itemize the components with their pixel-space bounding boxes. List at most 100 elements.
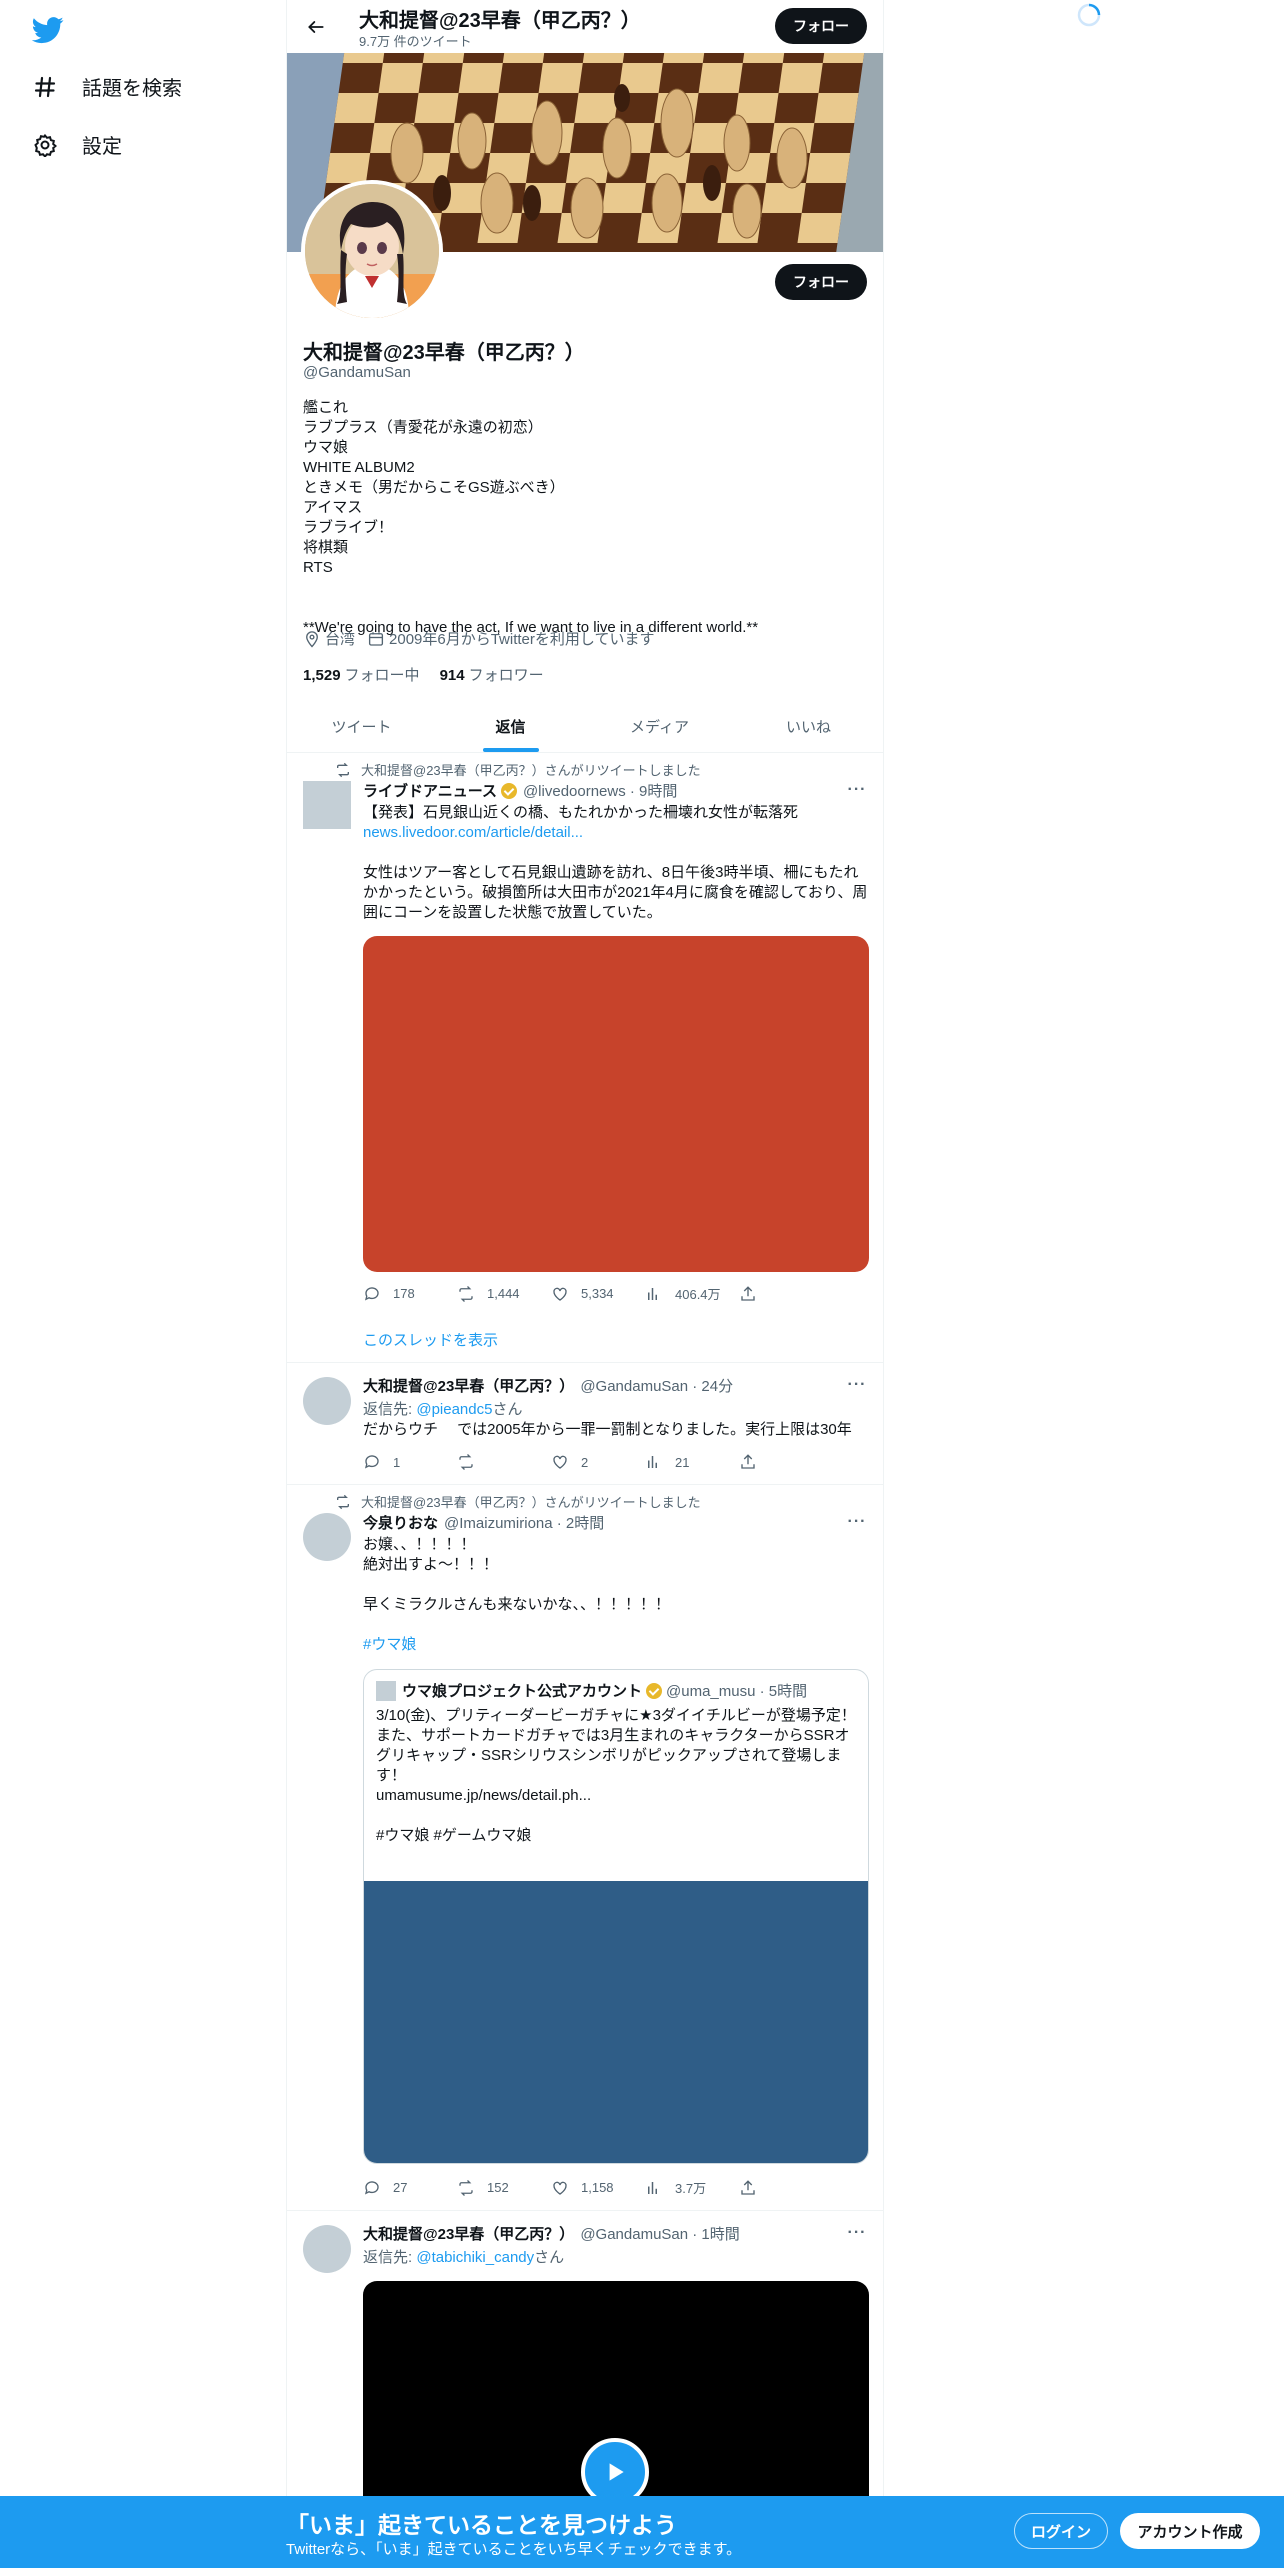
- quote-media-image[interactable]: [364, 1881, 868, 2163]
- profile-follow-button[interactable]: フォロー: [775, 264, 867, 300]
- retweet-button[interactable]: 152: [457, 2178, 551, 2197]
- back-arrow-icon[interactable]: [301, 12, 331, 42]
- tweet-author-handle[interactable]: @GandamuSan · 1時間: [580, 2223, 739, 2244]
- tweet-hashtag[interactable]: #ウマ娘: [363, 1635, 871, 1655]
- profile-meta: 台湾 2009年6月からTwitterを利用しています: [303, 628, 666, 649]
- tweet-author-handle[interactable]: @livedoornews · 9時間: [523, 780, 677, 801]
- tweet[interactable]: 大和提督@23早春（甲乙丙？） @GandamuSan · 24分 ··· 返信…: [287, 1363, 883, 1485]
- signup-banner-title: 「いま」起きていることを見つけよう: [286, 2512, 677, 2538]
- nav-explore[interactable]: 話題を検索: [32, 72, 182, 101]
- share-icon: [741, 1285, 755, 1301]
- tweet-link[interactable]: news.livedoor.com/article/detail...: [363, 824, 583, 841]
- quote-author-handle: @uma_musu · 5時間: [666, 1683, 808, 1700]
- reply-button[interactable]: 1: [363, 1453, 457, 1471]
- loading-spinner-icon: [1076, 2, 1102, 28]
- views-button[interactable]: 3.7万: [645, 2178, 739, 2197]
- tweet-author-handle[interactable]: @Imaizumiriona · 2時間: [444, 1512, 604, 1533]
- followers-count: 914: [439, 667, 465, 684]
- nav-settings[interactable]: 設定: [32, 130, 122, 159]
- views-button[interactable]: 21: [645, 1453, 739, 1471]
- left-nav: 話題を検索 設定: [0, 0, 286, 2568]
- tweet-avatar[interactable]: [303, 781, 351, 829]
- calendar-icon: [368, 631, 384, 646]
- retweet-icon: [459, 2179, 473, 2196]
- profile-location: 台湾: [303, 628, 355, 649]
- more-options-icon[interactable]: ···: [847, 2223, 867, 2243]
- tweet-media-image[interactable]: [363, 936, 869, 1272]
- retweet-button[interactable]: [457, 1453, 551, 1471]
- signup-button[interactable]: アカウント作成: [1120, 2513, 1260, 2549]
- login-button[interactable]: ログイン: [1014, 2513, 1108, 2549]
- reply-icon: [364, 2180, 379, 2195]
- tweet[interactable]: 大和提督@23早春（甲乙丙？）さんがリツイートしました ライブドアニュース @l…: [287, 753, 883, 1363]
- more-options-icon[interactable]: ···: [847, 1512, 867, 1532]
- signup-banner-subtitle: Twitterなら、「いま」起きていることをいち早くチェックできます。: [286, 2541, 742, 2558]
- tweet-avatar[interactable]: [303, 1513, 351, 1561]
- reply-icon: [364, 1286, 379, 1301]
- tab-tweets[interactable]: ツイート: [287, 700, 436, 752]
- tweet-text: お嬢、、！！！！ 絶対出すよ〜！！！ 早くミラクルさんも来ないかな、、！！！！！: [363, 1536, 671, 1613]
- share-button[interactable]: [739, 1284, 779, 1303]
- reply-to-handle[interactable]: @pieandc5: [416, 1401, 492, 1418]
- followers-label: フォロワー: [468, 667, 544, 684]
- retweet-context: 大和提督@23早春（甲乙丙？）さんがリツイートしました: [335, 760, 701, 779]
- profile-handle: @GandamuSan: [303, 364, 411, 381]
- tweet-text: 【発表】石見銀山近くの橋、もたれかかった柵壊れ女性が転落死 news.lived…: [363, 804, 868, 921]
- quote-tweet[interactable]: ウマ娘プロジェクト公式アカウント @uma_musu · 5時間 3/10(金)…: [363, 1669, 869, 2164]
- followers-link[interactable]: 914 フォロワー: [440, 664, 544, 685]
- profile-location-text: 台湾: [325, 631, 356, 648]
- tweet-header: ライブドアニュース @livedoornews · 9時間: [363, 780, 677, 801]
- tweet-author-handle[interactable]: @GandamuSan · 24分: [580, 1375, 733, 1396]
- tweet-author-name[interactable]: 大和提督@23早春（甲乙丙？）: [363, 2223, 574, 2244]
- like-button[interactable]: 2: [551, 1453, 645, 1471]
- tweet-author-name[interactable]: 大和提督@23早春（甲乙丙？）: [363, 1375, 574, 1396]
- quote-avatar: [376, 1680, 396, 1701]
- analytics-icon: [648, 2181, 657, 2194]
- retweet-context: 大和提督@23早春（甲乙丙？）さんがリツイートしました: [335, 1492, 701, 1511]
- profile-avatar[interactable]: [301, 180, 443, 322]
- reply-to-line: 返信先: @tabichiki_candyさん: [363, 2249, 565, 2266]
- tweet-avatar[interactable]: [303, 1377, 351, 1425]
- quote-text: 3/10(金)、プリティーダービーガチャに★3ダイイチルビーが登場予定！ また、…: [376, 1707, 856, 1844]
- reply-button[interactable]: 178: [363, 1284, 457, 1303]
- show-thread-link[interactable]: このスレッドを表示: [363, 1329, 498, 1350]
- tweet-author-name[interactable]: ライブドアニュース: [363, 780, 497, 801]
- tweet[interactable]: 大和提督@23早春（甲乙丙？）さんがリツイートしました 今泉りおな @Imaiz…: [287, 1485, 883, 2211]
- header-tweet-count: 9.7万 件のツイート: [359, 34, 472, 49]
- more-options-icon[interactable]: ···: [847, 1375, 867, 1395]
- retweet-icon: [337, 1494, 349, 1509]
- retweet-icon: [337, 762, 349, 777]
- tweet-header: 大和提督@23早春（甲乙丙？） @GandamuSan · 24分: [363, 1375, 733, 1396]
- views-button[interactable]: 406.4万: [645, 1284, 739, 1303]
- gear-icon: [32, 132, 58, 158]
- retweet-button[interactable]: 1,444: [457, 1284, 551, 1303]
- heart-icon: [553, 1455, 567, 1469]
- twitter-logo-icon[interactable]: [31, 14, 64, 46]
- share-button[interactable]: [739, 1453, 779, 1471]
- tweet-actions: 1 2 21: [363, 1453, 803, 1471]
- like-button[interactable]: 5,334: [551, 1284, 645, 1303]
- main-column: 大和提督@23早春（甲乙丙？） 9.7万 件のツイート フォロー フォロー 大和…: [286, 0, 884, 2568]
- following-link[interactable]: 1,529 フォロー中: [303, 664, 420, 685]
- following-label: フォロー中: [344, 667, 420, 684]
- profile-name: 大和提督@23早春（甲乙丙？）: [303, 342, 585, 364]
- tweet-author-name[interactable]: 今泉りおな: [363, 1512, 438, 1533]
- tweet-header: 大和提督@23早春（甲乙丙？） @GandamuSan · 1時間: [363, 2223, 740, 2244]
- reply-button[interactable]: 27: [363, 2178, 457, 2197]
- like-button[interactable]: 1,158: [551, 2178, 645, 2197]
- reply-to-handle[interactable]: @tabichiki_candy: [416, 2249, 534, 2266]
- profile-joined-text: 2009年6月からTwitterを利用しています: [389, 631, 655, 648]
- tweet-text: だからウチ では2005年から一罪一罰制となりました。実行上限は30年: [363, 1421, 852, 1438]
- tweet-avatar[interactable]: [303, 2225, 351, 2273]
- more-options-icon[interactable]: ···: [847, 780, 867, 800]
- verified-badge-icon: [646, 1682, 663, 1699]
- tab-likes[interactable]: いいね: [734, 700, 883, 752]
- share-button[interactable]: [739, 2178, 779, 2197]
- profile-bio: 艦これ ラブプラス（青愛花が永遠の初恋） ウマ娘 WHITE ALBUM2 とき…: [303, 399, 759, 636]
- tweet-header: 今泉りおな @Imaizumiriona · 2時間: [363, 1512, 604, 1533]
- header-follow-button[interactable]: フォロー: [775, 8, 867, 44]
- tab-replies[interactable]: 返信: [436, 700, 585, 752]
- heart-icon: [553, 1287, 567, 1301]
- tab-media[interactable]: メディア: [585, 700, 734, 752]
- following-count: 1,529: [303, 667, 341, 684]
